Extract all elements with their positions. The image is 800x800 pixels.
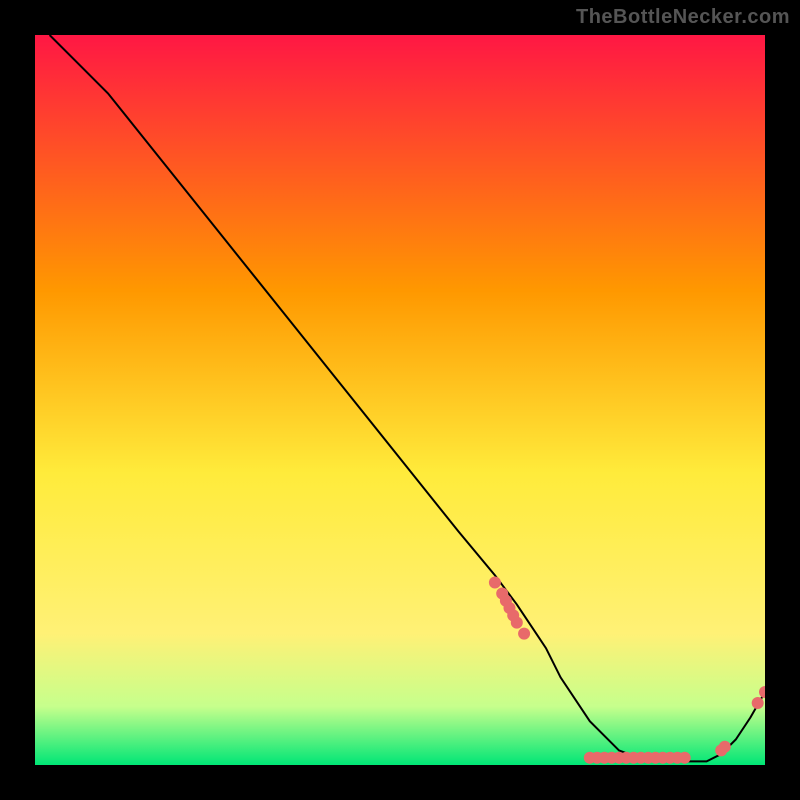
- chart-frame: TheBottleNecker.com: [0, 0, 800, 800]
- data-point: [489, 577, 501, 589]
- chart-svg: [35, 35, 765, 765]
- data-point: [511, 617, 523, 629]
- data-point: [518, 628, 530, 640]
- chart-plot-area: [35, 35, 765, 765]
- gradient-background: [35, 35, 765, 765]
- attribution-text: TheBottleNecker.com: [576, 6, 790, 29]
- data-point: [719, 741, 731, 753]
- data-point: [679, 752, 691, 764]
- data-point: [752, 697, 764, 709]
